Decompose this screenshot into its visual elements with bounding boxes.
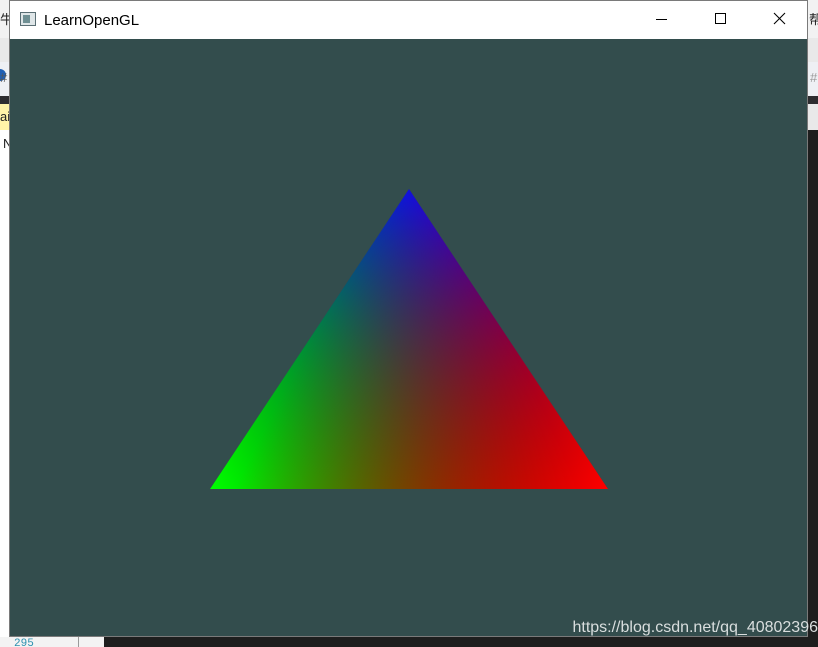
background-tab-label: ai [0,110,9,123]
triangle-canvas [210,189,608,489]
background-ide-editor-edge [808,130,818,647]
triangle-red-vertex-layer [210,189,608,489]
app-window: LearnOpenGL [9,0,808,637]
window-titlebar[interactable]: LearnOpenGL [10,1,807,39]
opengl-viewport[interactable] [10,39,807,636]
background-text-fragment: 牛 [0,13,9,26]
background-line-number: 295 [14,638,34,647]
background-text-fragment: # [0,71,8,84]
background-ide-left-column [0,130,9,647]
background-text-fragment: # [810,71,818,84]
close-button[interactable] [750,1,807,37]
background-text-fragment: 帮 [809,13,818,26]
vertex-color-layers [210,189,608,489]
close-icon [773,12,786,25]
maximize-icon [715,13,726,24]
maximize-button[interactable] [691,1,749,37]
background-ide-gutter-separator [78,637,79,647]
window-title: LearnOpenGL [44,12,140,29]
minimize-button[interactable] [632,1,690,37]
csdn-watermark: https://blog.csdn.net/qq_40802396 [572,619,818,636]
background-ide-bottom [0,637,818,647]
app-window-icon[interactable] [20,12,36,26]
minimize-icon [656,19,667,20]
